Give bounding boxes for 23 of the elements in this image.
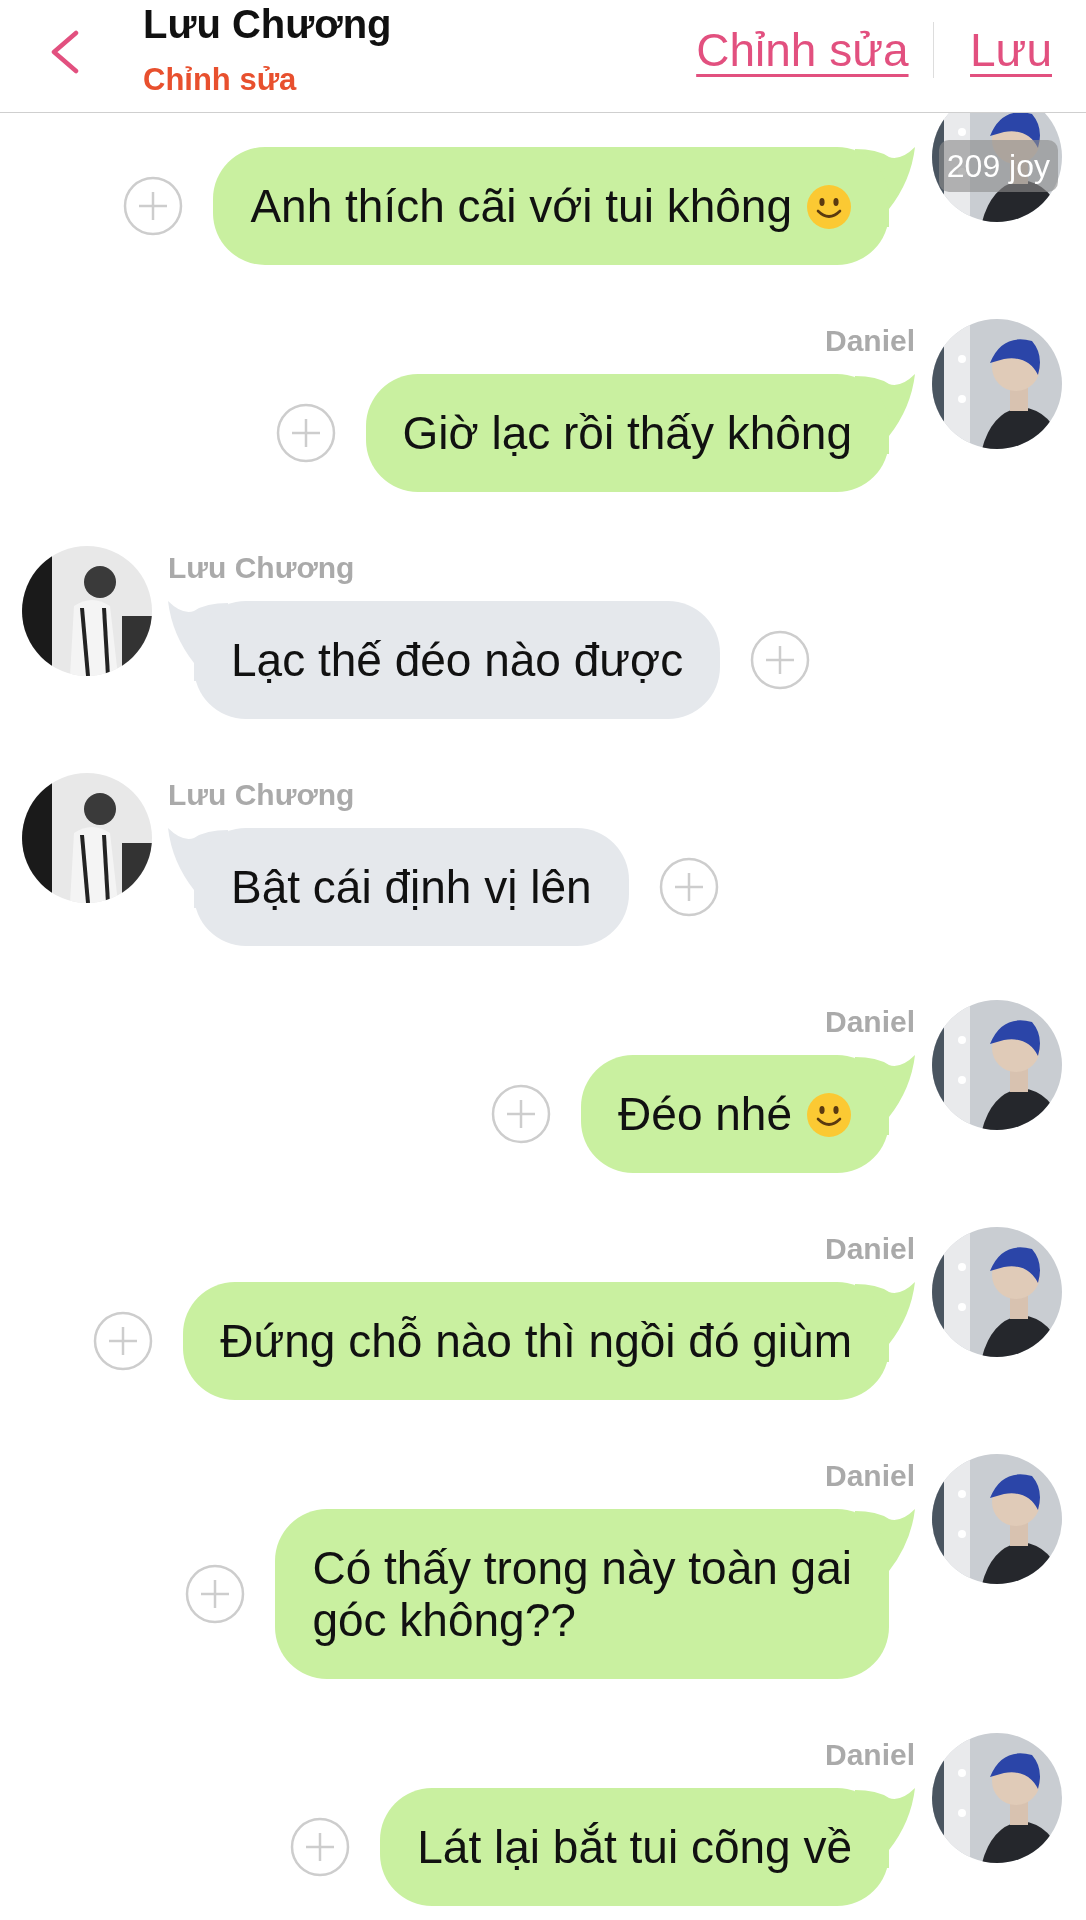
sender-name: Daniel xyxy=(824,1004,915,1040)
sender-name: Lưu Chương xyxy=(168,550,355,586)
add-icon[interactable] xyxy=(123,176,184,236)
smiley-icon xyxy=(806,184,852,230)
add-icon[interactable] xyxy=(275,403,336,463)
header-link[interactable]: Lưu xyxy=(970,22,1052,78)
chat-subtitle: Chỉnh sửa xyxy=(143,62,298,98)
sender-name: Lưu Chương xyxy=(168,777,355,813)
add-icon[interactable] xyxy=(491,1084,552,1144)
counter-badge: 209 joy xyxy=(938,140,1058,192)
sender-name: Daniel xyxy=(824,1231,915,1267)
add-icon[interactable] xyxy=(290,1817,351,1877)
smiley-icon xyxy=(806,1092,852,1138)
message-bubble: Có thấy trong này toàn gai góc không?? xyxy=(275,1509,889,1679)
sender-name: Daniel xyxy=(824,1458,915,1494)
add-icon[interactable] xyxy=(93,1311,154,1371)
chat-title: Lưu Chương xyxy=(143,1,392,48)
header-link[interactable]: Chỉnh sửa xyxy=(696,22,909,78)
add-icon[interactable] xyxy=(750,630,811,690)
add-icon[interactable] xyxy=(658,857,719,917)
sender-name: Daniel xyxy=(824,1737,915,1773)
sender-name: Daniel xyxy=(824,323,915,359)
add-icon[interactable] xyxy=(185,1564,246,1624)
